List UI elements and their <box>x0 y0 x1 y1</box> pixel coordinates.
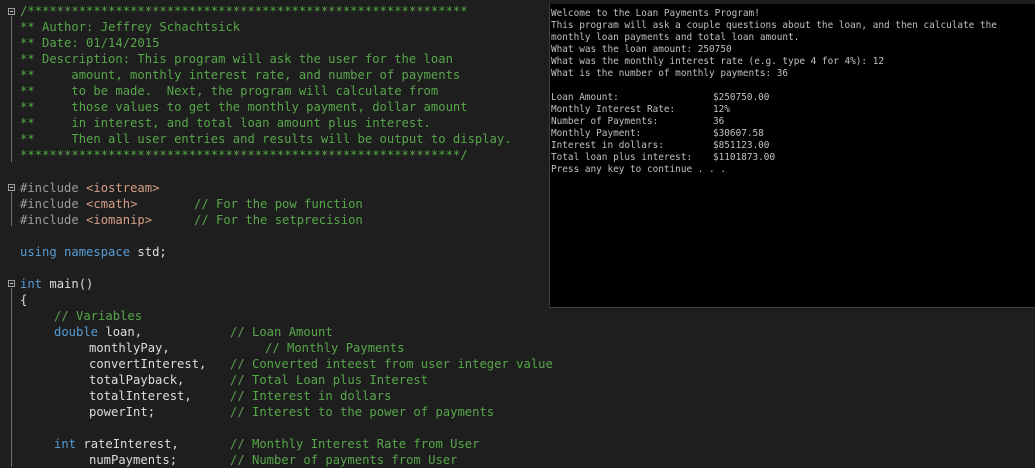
console-result-label: Monthly Interest Rate: <box>551 104 676 115</box>
console-result-value: $250750.00 <box>713 92 770 103</box>
include-line-cmath: #include <cmath> <box>20 196 137 212</box>
console-result-value: $1101873.00 <box>713 152 776 163</box>
include-directive: #include <box>20 181 79 195</box>
fold-guide <box>11 16 12 162</box>
code-line-description-5: ** in interest, and total loan amount pl… <box>20 116 431 130</box>
keyword-int: int <box>54 437 77 451</box>
include-header: <iomanip> <box>86 213 153 227</box>
var-rate-interest: rateInterest, <box>83 437 179 451</box>
code-line-date: ** Date: 01/14/2015 <box>20 36 160 50</box>
console-result-row: Monthly Interest Rate: 12% <box>551 104 1031 116</box>
console-result-label: Number of Payments: <box>551 116 659 127</box>
var-name: totalInterest, <box>89 389 192 403</box>
fold-toggle-main[interactable] <box>8 280 15 287</box>
console-result-label: Total loan plus interest: <box>551 152 693 163</box>
var-name: powerInt; <box>89 405 156 419</box>
double-declaration-line: double loan, <box>54 324 142 340</box>
console-result-label: Interest in dollars: <box>551 140 664 151</box>
var-num-payments: numPayments; <box>89 453 178 467</box>
code-line-description-6: ** Then all user entries and results wil… <box>20 132 512 146</box>
main-function-name: main() <box>49 277 94 291</box>
var-loan: loan, <box>105 325 143 339</box>
fold-toggle-header-comment[interactable] <box>8 8 15 15</box>
var-comment: // Monthly Interest Rate from User <box>230 437 480 451</box>
console-continue-prompt: Press any key to continue . . . <box>551 164 726 175</box>
code-line-author: ** Author: Jeffrey Schachtsick <box>20 20 241 34</box>
code-line-comment-close: ****************************************… <box>20 148 468 162</box>
fold-guide <box>11 192 12 226</box>
console-line: What was the monthly interest rate (e.g.… <box>551 56 885 67</box>
console-result-value: $851123.00 <box>713 140 770 151</box>
keyword-double: double <box>54 325 99 339</box>
include-directive: #include <box>20 197 79 211</box>
var-comment: // Interest to the power of payments <box>230 405 495 419</box>
fold-toggle-includes[interactable] <box>8 184 15 191</box>
code-line-description-4: ** those values to get the monthly payme… <box>20 100 468 114</box>
console-result-row: Total loan plus interest: $1101873.00 <box>551 152 1031 164</box>
include-header: <cmath> <box>86 197 138 211</box>
var-comment: // Converted inteest from user integer v… <box>230 357 553 371</box>
fold-guide <box>11 288 12 467</box>
include-comment: // For the pow function <box>194 197 363 211</box>
keyword-namespace: namespace <box>64 245 131 259</box>
console-result-label: Loan Amount: <box>551 92 619 103</box>
include-line-iomanip: #include <iomanip> <box>20 212 152 228</box>
keyword-int: int <box>20 277 43 291</box>
var-comment: // Monthly Payments <box>265 341 405 355</box>
int-declaration-line: int rateInterest, <box>54 436 179 452</box>
console-result-value: 12% <box>713 104 730 115</box>
include-directive: #include <box>20 213 79 227</box>
var-name: convertInterest, <box>89 357 207 371</box>
console-result-label: Monthly Payment: <box>551 128 642 139</box>
main-signature-line: int main() <box>20 276 93 292</box>
main-open-brace: { <box>20 293 28 307</box>
namespace-std: std; <box>137 245 167 259</box>
console-result-value: $30607.58 <box>713 128 764 139</box>
include-comment: // For the setprecision <box>194 213 363 227</box>
console-line: Welcome to the Loan Payments Program! <box>551 8 760 19</box>
var-comment: // Total Loan plus Interest <box>230 373 429 387</box>
console-line: What is the number of monthly payments: … <box>551 68 789 79</box>
code-line-description-3: ** to be made. Next, the program will ca… <box>20 84 439 98</box>
console-line: What was the loan amount: 250750 <box>551 44 732 55</box>
code-line-comment-open: /***************************************… <box>20 4 468 18</box>
code-line-description-2: ** amount, monthly interest rate, and nu… <box>20 68 461 82</box>
var-comment: // Interest in dollars <box>230 389 392 403</box>
keyword-using: using <box>20 245 57 259</box>
using-namespace-line: using namespace std; <box>20 244 167 260</box>
console-result-row: Number of Payments: 36 <box>551 116 1031 128</box>
console-result-row: Monthly Payment: $30607.58 <box>551 128 1031 140</box>
include-header: <iostream> <box>86 181 160 195</box>
console-result-row: Loan Amount: $250750.00 <box>551 92 1031 104</box>
console-line: This program will ask a couple questions… <box>551 20 997 31</box>
console-result-value: 36 <box>713 116 725 127</box>
console-result-row: Interest in dollars: $851123.00 <box>551 140 1031 152</box>
var-comment: // Number of payments from User <box>230 453 458 467</box>
var-name: totalPayback, <box>89 373 185 387</box>
var-comment: // Loan Amount <box>230 325 333 339</box>
console-line: monthly loan payments and total loan amo… <box>551 32 800 43</box>
code-line-description: ** Description: This program will ask th… <box>20 52 453 66</box>
console-window[interactable]: Welcome to the Loan Payments Program! Thi… <box>549 4 1035 308</box>
include-line-iostream: #include <iostream> <box>20 180 159 196</box>
var-name: monthlyPay, <box>89 341 170 355</box>
comment-variables: // Variables <box>54 309 143 323</box>
